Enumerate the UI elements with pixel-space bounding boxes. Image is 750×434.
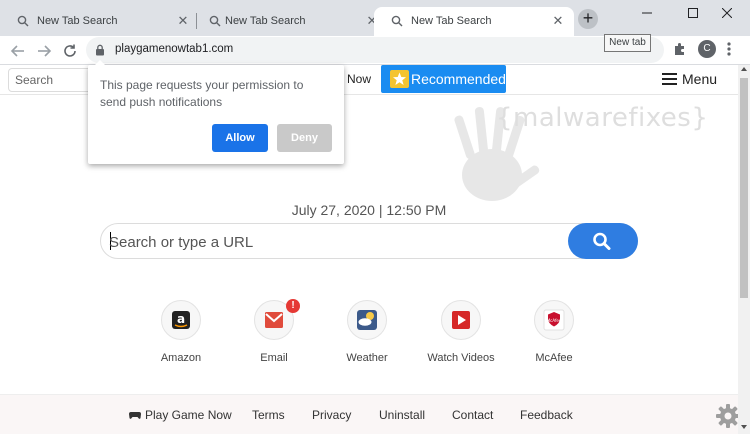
date-time: July 27, 2020 | 12:50 PM xyxy=(291,202,447,218)
shortcut-label: Weather xyxy=(346,352,388,364)
shortcut-amazon[interactable]: a Amazon xyxy=(141,300,221,370)
shortcut-label: Watch Videos xyxy=(427,352,495,364)
footer-link-play-game-now[interactable]: Play Game Now xyxy=(145,408,232,422)
minimize-icon xyxy=(642,12,652,14)
footer-link-feedback[interactable]: Feedback xyxy=(520,408,573,422)
arrow-left-icon xyxy=(10,45,24,57)
malwarefixes-watermark: {malwarefixes} xyxy=(496,103,709,133)
forward-button[interactable] xyxy=(33,40,55,62)
shortcut-label: Amazon xyxy=(160,352,202,364)
footer-link-privacy[interactable]: Privacy xyxy=(312,408,351,422)
minimize-button[interactable] xyxy=(624,0,670,30)
footer-link-terms[interactable]: Terms xyxy=(252,408,285,422)
search-icon xyxy=(17,15,29,27)
tab-title: New Tab Search xyxy=(225,15,306,27)
deny-button[interactable]: Deny xyxy=(277,124,332,152)
allow-button[interactable]: Allow xyxy=(212,124,268,152)
video-play-icon xyxy=(452,311,470,329)
puzzle-extensions-icon[interactable] xyxy=(672,41,688,57)
address-bar[interactable]: playgamenowtab1.com xyxy=(86,37,664,63)
close-icon xyxy=(722,8,732,18)
main-search-bar xyxy=(100,223,638,259)
svg-text:McAfee: McAfee xyxy=(547,318,562,323)
site-search-input[interactable]: Search xyxy=(8,68,98,92)
lock-icon xyxy=(96,44,104,56)
svg-text:a: a xyxy=(177,312,185,326)
arrow-right-icon xyxy=(38,45,52,57)
tab-title: New Tab Search xyxy=(37,15,118,27)
search-icon xyxy=(391,15,403,27)
close-icon[interactable]: ✕ xyxy=(551,14,565,28)
reload-icon xyxy=(64,44,76,57)
weather-icon xyxy=(357,310,377,330)
more-vert-icon[interactable] xyxy=(722,40,736,58)
notification-permission-popup: This page requests your permission to se… xyxy=(88,65,344,164)
shortcut-circle xyxy=(441,300,481,340)
popup-pointer xyxy=(94,60,106,66)
browser-window: New Tab Search ✕ New Tab Search ✕ New Ta… xyxy=(0,0,750,434)
shortcut-circle xyxy=(347,300,387,340)
shortcut-watch-videos[interactable]: Watch Videos xyxy=(421,300,501,370)
close-window-button[interactable] xyxy=(704,0,750,30)
recommended-button[interactable]: Recommended xyxy=(381,65,506,93)
footer: Play Game Now Terms Privacy Uninstall Co… xyxy=(0,394,740,434)
gamepad-icon xyxy=(129,412,141,419)
url-text: playgamenowtab1.com xyxy=(115,43,234,55)
search-icon xyxy=(209,15,221,27)
play-now-link[interactable]: Now xyxy=(347,72,371,86)
menu-label: Menu xyxy=(682,71,718,87)
footer-link-contact[interactable]: Contact xyxy=(452,408,493,422)
shortcut-label: Email xyxy=(260,352,288,364)
footer-link-uninstall[interactable]: Uninstall xyxy=(379,408,425,422)
tab-strip: New Tab Search ✕ New Tab Search ✕ New Ta… xyxy=(0,0,750,36)
new-tab-tooltip: New tab xyxy=(604,34,651,52)
tab-2[interactable]: New Tab Search ✕ xyxy=(197,7,383,36)
permission-message: This page requests your permission to se… xyxy=(100,78,304,109)
main-search-input[interactable] xyxy=(109,231,549,253)
shortcut-email[interactable]: ! Email xyxy=(234,299,314,370)
shortcut-weather[interactable]: Weather xyxy=(327,300,407,370)
tab-3-active[interactable]: New Tab Search ✕ xyxy=(374,7,574,36)
shortcut-mcafee[interactable]: McAfee McAfee xyxy=(514,300,594,370)
search-button[interactable] xyxy=(568,223,638,259)
scrollbar-thumb[interactable] xyxy=(740,78,748,298)
star-icon xyxy=(390,70,409,88)
scroll-up-arrow-icon[interactable] xyxy=(741,67,747,71)
notification-badge: ! xyxy=(286,299,300,313)
close-icon[interactable]: ✕ xyxy=(176,14,190,28)
shortcut-label: McAfee xyxy=(535,352,573,364)
profile-avatar[interactable]: C xyxy=(698,40,716,58)
recommended-label: Recommended xyxy=(411,71,506,87)
mcafee-icon: McAfee xyxy=(543,309,565,331)
maximize-icon xyxy=(688,8,698,18)
shortcut-circle: a xyxy=(161,300,201,340)
scroll-down-arrow-icon[interactable] xyxy=(741,425,747,429)
amazon-icon: a xyxy=(172,311,190,329)
back-button[interactable] xyxy=(7,40,29,62)
reload-button[interactable] xyxy=(59,40,81,62)
hamburger-icon xyxy=(662,73,677,85)
tab-title: New Tab Search xyxy=(411,15,492,27)
search-icon xyxy=(593,232,611,250)
tab-1[interactable]: New Tab Search ✕ xyxy=(0,7,193,36)
shortcut-circle: McAfee xyxy=(534,300,574,340)
new-tab-button[interactable]: + xyxy=(578,9,598,29)
